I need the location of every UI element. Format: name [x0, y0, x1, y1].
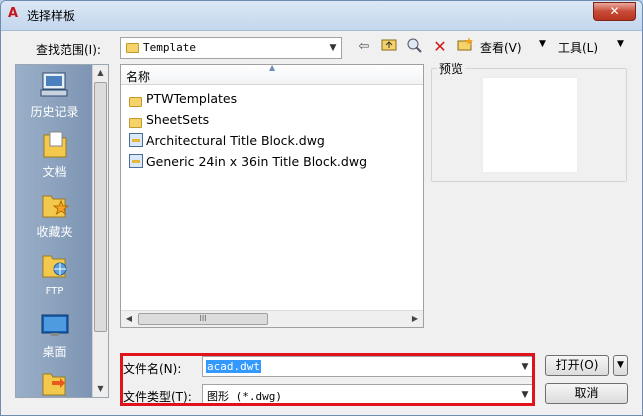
open-button[interactable]: 打开(O) [545, 355, 609, 376]
place-label: 桌面 [42, 345, 67, 359]
open-options-dropdown[interactable]: ▼ [613, 355, 628, 376]
folder-icon [129, 112, 143, 128]
select-template-dialog: A 选择样板 ✕ 查找范围(I): Template ▼ ⇦ ✕ 查看(V) ▼… [0, 0, 643, 416]
title-bar: A 选择样板 ✕ [1, 1, 642, 31]
folder-arrow-icon [42, 373, 65, 396]
place-label: 历史记录 [30, 105, 79, 119]
dwg-file-icon [129, 154, 143, 168]
preview-image [482, 77, 578, 173]
close-button[interactable]: ✕ [593, 2, 636, 21]
look-in-value: Template [143, 41, 196, 54]
chevron-down-icon[interactable]: ▼ [325, 38, 341, 58]
cancel-button[interactable]: 取消 [545, 383, 628, 404]
file-name: Architectural Title Block.dwg [146, 133, 325, 148]
file-name: PTWTemplates [146, 91, 238, 106]
file-list: ▲ 名称 PTWTemplates SheetSets Architectura… [120, 63, 424, 328]
folder-icon [129, 91, 143, 107]
preview-label: 预览 [437, 60, 466, 77]
ftp-icon [42, 255, 66, 278]
place-ftp[interactable]: FTP [16, 251, 93, 297]
list-item[interactable]: Architectural Title Block.dwg [129, 131, 325, 151]
look-in-label: 查找范围(I): [36, 43, 101, 57]
sort-ascending-icon: ▲ [269, 63, 276, 72]
place-label: FTP [45, 286, 64, 297]
tools-menu[interactable]: 工具(L) [558, 39, 598, 56]
dwg-file-icon [129, 133, 143, 147]
scroll-down-icon[interactable]: ▼ [93, 381, 108, 397]
new-folder-icon[interactable] [455, 37, 475, 57]
highlight-annotation [120, 353, 535, 406]
scroll-left-icon[interactable]: ◀ [121, 311, 137, 327]
column-header-name[interactable]: ▲ 名称 [121, 63, 423, 85]
preview-frame [431, 68, 627, 182]
views-dropdown-icon[interactable]: ▼ [539, 39, 546, 49]
place-desktop[interactable]: 桌面 [16, 311, 93, 360]
column-name-label: 名称 [126, 70, 151, 84]
desktop-icon [41, 314, 68, 336]
scroll-right-icon[interactable]: ▶ [407, 311, 423, 327]
places-list: 历史记录 文档 收藏夹 FTP 桌面 [16, 65, 93, 397]
file-name: SheetSets [146, 112, 210, 127]
favorites-icon [42, 195, 69, 218]
views-menu[interactable]: 查看(V) [480, 39, 522, 56]
scroll-up-icon[interactable]: ▲ [93, 65, 108, 81]
autocad-app-icon: A [8, 6, 19, 21]
place-favorites[interactable]: 收藏夹 [16, 191, 93, 240]
back-icon[interactable]: ⇦ [354, 37, 374, 57]
scroll-thumb[interactable] [94, 82, 107, 332]
search-web-icon[interactable] [404, 37, 424, 57]
place-history[interactable]: 历史记录 [16, 71, 93, 120]
place-label: 收藏夹 [36, 225, 73, 239]
window-title: 选择样板 [27, 9, 76, 23]
up-folder-icon[interactable] [379, 37, 399, 57]
list-item[interactable]: Generic 24in x 36in Title Block.dwg [129, 152, 367, 172]
look-in-dropdown[interactable]: Template ▼ [120, 37, 342, 59]
places-bar: 历史记录 文档 收藏夹 FTP 桌面 ▲ ▼ [15, 64, 109, 398]
file-name: Generic 24in x 36in Title Block.dwg [146, 154, 368, 169]
list-item[interactable]: SheetSets [129, 110, 209, 130]
list-item[interactable]: PTWTemplates [129, 89, 237, 109]
tools-dropdown-icon[interactable]: ▼ [617, 39, 624, 49]
documents-icon [43, 131, 66, 158]
place-documents[interactable]: 文档 [16, 131, 93, 180]
place-buzzsaw[interactable] [16, 369, 93, 401]
place-label: 文档 [42, 165, 67, 179]
scroll-thumb[interactable]: III [138, 313, 268, 325]
file-list-horizontal-scrollbar[interactable]: ◀ III ▶ [121, 310, 423, 327]
delete-icon[interactable]: ✕ [430, 37, 450, 57]
folder-icon [126, 43, 139, 53]
history-icon [40, 72, 67, 97]
places-scrollbar[interactable]: ▲ ▼ [92, 65, 108, 397]
